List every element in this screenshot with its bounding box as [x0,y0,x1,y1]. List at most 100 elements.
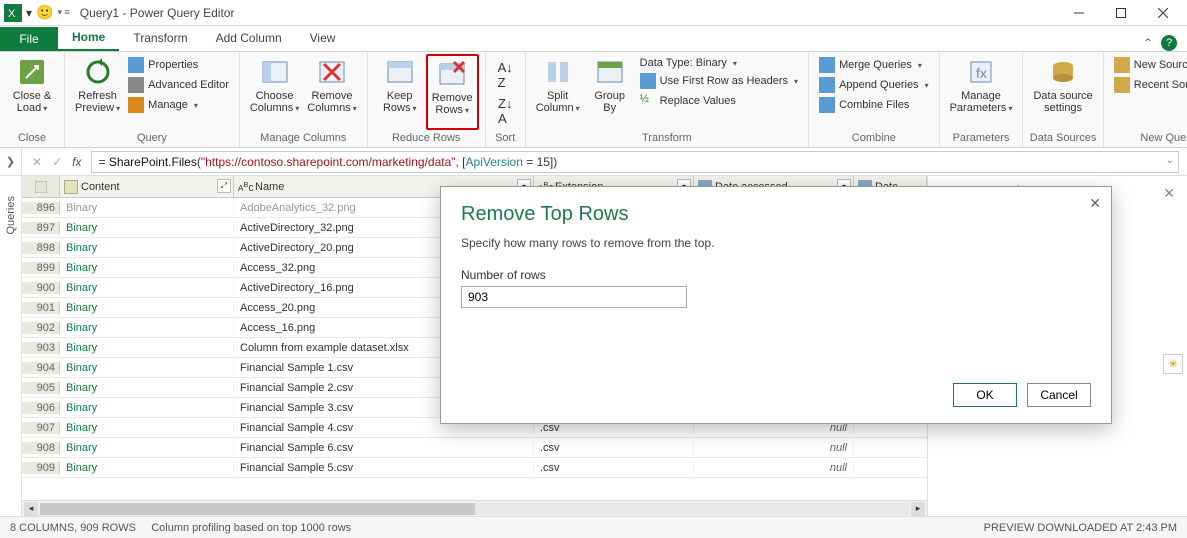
remove-rows-button[interactable]: Remove Rows▾ [426,54,479,130]
qat-dropdown-icon[interactable]: ▾ ≡ [57,7,69,18]
cell-content[interactable]: Binary [60,442,234,454]
formula-bar-row: ❯ ✕ ✓ fx = SharePoint.Files("https://con… [0,148,1187,176]
cell-name[interactable]: Financial Sample 6.csv [234,442,534,454]
sort-desc-button[interactable]: Z↓A [498,96,512,126]
manage-icon [128,97,144,113]
tab-home[interactable]: Home [58,25,119,51]
manage-parameters-button[interactable]: fx Manage Parameters▾ [946,54,1017,130]
close-load-icon [16,56,48,88]
dialog-close-icon[interactable]: ✕ [1089,195,1101,212]
save-icon[interactable]: ▾ [26,6,32,20]
table-row[interactable]: 908BinaryFinancial Sample 6.csv.csvnull [22,438,927,458]
merge-queries-button[interactable]: Merge Queries▾ [817,56,931,74]
cancel-formula-icon[interactable]: ✕ [32,155,42,169]
keep-rows-icon [384,56,416,88]
collapse-ribbon-icon[interactable]: ⌃ [1143,36,1153,50]
cell-extension[interactable]: .csv [534,442,694,454]
cell-extension[interactable]: .csv [534,462,694,474]
data-source-settings-button[interactable]: Data source settings [1029,54,1096,130]
tab-file[interactable]: File [0,27,58,51]
queries-sidebar-collapsed[interactable]: Queries [0,176,22,516]
cell-content[interactable]: Binary [60,362,234,374]
refresh-preview-button[interactable]: Refresh Preview▾ [71,54,124,130]
cell-name[interactable]: Financial Sample 5.csv [234,462,534,474]
status-rowcount: 8 COLUMNS, 909 ROWS [10,522,136,534]
recent-sources-button[interactable]: Recent Sources▾ [1112,76,1187,94]
table-row[interactable]: 909BinaryFinancial Sample 5.csv.csvnull [22,458,927,478]
cell-content[interactable]: Binary [60,202,234,214]
text-type-icon: ABC [238,180,252,194]
dialog-title: Remove Top Rows [461,203,1091,226]
new-source-button[interactable]: New Source▾ [1112,56,1187,74]
scroll-track[interactable] [40,503,909,515]
minimize-button[interactable] [1059,1,1099,25]
remove-rows-icon [436,58,468,90]
formula-dropdown-icon[interactable]: ⌄ [1166,155,1174,166]
cell-content[interactable]: Binary [60,242,234,254]
number-of-rows-input[interactable] [461,286,687,308]
fx-icon[interactable]: fx [72,155,81,169]
cell-content[interactable]: Binary [60,402,234,414]
horizontal-scrollbar[interactable]: ◂ ▸ [22,500,927,516]
formula-input[interactable]: = SharePoint.Files("https://contoso.shar… [91,151,1179,173]
cell-content[interactable]: Binary [60,342,234,354]
choose-columns-button[interactable]: Choose Columns▾ [246,54,303,130]
help-icon[interactable]: ? [1161,35,1177,51]
tab-add-column[interactable]: Add Column [202,25,296,51]
cell-date-accessed[interactable]: null [694,462,854,474]
row-index: 909 [22,462,60,474]
group-manage-columns-label: Manage Columns [246,130,361,147]
excel-icon: X [4,4,22,22]
ok-button[interactable]: OK [953,383,1017,407]
commit-formula-icon[interactable]: ✓ [52,155,62,169]
data-type-button[interactable]: Data Type: Binary▾ [638,56,800,70]
scroll-left-icon[interactable]: ◂ [24,502,38,516]
append-queries-button[interactable]: Append Queries▾ [817,76,931,94]
maximize-button[interactable] [1101,1,1141,25]
cell-content[interactable]: Binary [60,282,234,294]
cell-content[interactable]: Binary [60,462,234,474]
title-bar: X ▾ 🙂 ▾ ≡ Query1 - Power Query Editor [0,0,1187,26]
row-index: 907 [22,422,60,434]
svg-text:X: X [8,8,16,20]
advanced-editor-button[interactable]: Advanced Editor [126,76,231,94]
formula-text: = SharePoint.Files("https://contoso.shar… [98,155,557,169]
combine-files-button[interactable]: Combine Files [817,96,931,114]
close-load-button[interactable]: Close & Load▾ [6,54,58,130]
close-settings-icon[interactable]: ✕ [1163,185,1175,202]
replace-values-button[interactable]: ½Replace Values [638,92,800,110]
cancel-button[interactable]: Cancel [1027,383,1091,407]
cell-date-accessed[interactable]: null [694,442,854,454]
row-index: 900 [22,282,60,294]
manage-button[interactable]: Manage▾ [126,96,231,114]
cell-content[interactable]: Binary [60,322,234,334]
expand-icon[interactable]: ⤢ [217,179,231,193]
cell-content[interactable]: Binary [60,222,234,234]
cell-content[interactable]: Binary [60,422,234,434]
data-source-icon [1047,56,1079,88]
keep-rows-button[interactable]: Keep Rows▾ [374,54,426,130]
split-column-button[interactable]: Split Column▾ [532,54,584,130]
scroll-thumb[interactable] [40,503,475,515]
sort-asc-button[interactable]: A↓Z [498,60,513,90]
cell-content[interactable]: Binary [60,302,234,314]
group-query-label: Query [71,130,233,147]
row-index: 899 [22,262,60,274]
tab-transform[interactable]: Transform [119,25,201,51]
column-header-content[interactable]: Content⤢ [60,176,234,197]
scroll-right-icon[interactable]: ▸ [911,502,925,516]
properties-button[interactable]: Properties [126,56,231,74]
remove-columns-button[interactable]: Remove Columns▾ [303,54,360,130]
grid-corner-button[interactable] [22,176,60,197]
emoji-icon[interactable]: 🙂 [36,4,53,21]
append-icon [819,77,835,93]
cell-content[interactable]: Binary [60,382,234,394]
tab-view[interactable]: View [296,25,350,51]
merge-icon [819,57,835,73]
cell-content[interactable]: Binary [60,262,234,274]
use-first-row-button[interactable]: Use First Row as Headers▾ [638,72,800,90]
step-settings-gear-icon[interactable]: ✳ [1163,354,1183,374]
queries-pane-expand-button[interactable]: ❯ [0,148,22,175]
group-by-button[interactable]: Group By [584,54,636,130]
close-window-button[interactable] [1143,1,1183,25]
